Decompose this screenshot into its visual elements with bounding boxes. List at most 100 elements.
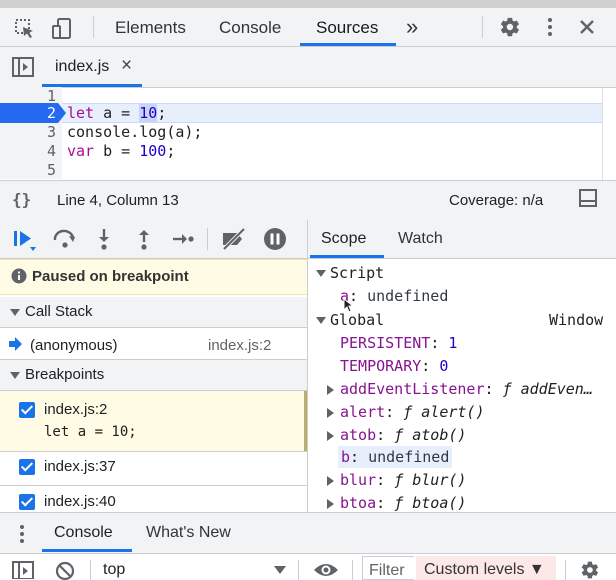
breakpoint-checkbox[interactable] — [19, 459, 35, 475]
drawer-tab-console[interactable]: Console — [54, 524, 113, 542]
function-marker: ƒ — [394, 494, 404, 512]
resume-execution-icon[interactable] — [12, 228, 38, 252]
breakpoint-location[interactable]: index.js:40 — [44, 493, 116, 510]
code-keyword: var — [67, 142, 95, 160]
scope-variable-highlighted[interactable]: b: undefined — [338, 446, 453, 468]
code-line-4[interactable]: var b = 100; — [67, 142, 175, 160]
scope-script-node[interactable]: Script — [316, 264, 384, 282]
variable-name: TEMPORARY — [340, 357, 422, 375]
variable-name: PERSISTENT — [340, 334, 431, 352]
console-filter-input[interactable]: Filter — [362, 556, 414, 580]
call-frame-name[interactable]: (anonymous) — [30, 337, 118, 354]
more-options-icon[interactable] — [540, 16, 560, 38]
call-frame-location[interactable]: index.js:2 — [208, 337, 271, 354]
window-top-strip — [0, 0, 616, 8]
step-into-icon[interactable] — [95, 227, 113, 251]
current-frame-arrow-icon — [9, 337, 22, 351]
variable-name: alert — [340, 403, 386, 421]
variable-value: 1 — [448, 334, 458, 352]
breakpoints-header[interactable]: Breakpoints — [0, 360, 307, 390]
expand-triangle-icon — [316, 317, 326, 324]
more-tabs-button[interactable]: » — [406, 14, 418, 40]
line-number[interactable]: 2 — [0, 104, 56, 122]
device-toolbar-icon[interactable] — [50, 17, 74, 41]
scope-variable[interactable]: blur: ƒ blur() — [327, 471, 466, 489]
context-selector[interactable]: top — [103, 561, 125, 579]
collapse-triangle-icon — [10, 372, 20, 379]
variable-value: addEven… — [520, 380, 593, 398]
variable-value: btoa() — [412, 494, 467, 512]
file-tab-name[interactable]: index.js — [55, 58, 109, 76]
step-out-icon[interactable] — [135, 227, 153, 251]
line-number[interactable]: 1 — [0, 87, 56, 105]
drawer-tab-indicator — [42, 549, 132, 552]
expand-triangle-icon — [327, 475, 334, 486]
variable-value: undefined — [368, 448, 450, 466]
chevron-down-icon[interactable] — [274, 566, 286, 574]
breakpoint-item-active[interactable] — [0, 391, 307, 451]
scope-section-label: Script — [330, 264, 385, 282]
scope-variable[interactable]: btoa: ƒ btoa() — [327, 494, 466, 512]
variable-value: alert() — [421, 403, 485, 421]
console-settings-gear-icon[interactable] — [580, 560, 600, 580]
pretty-print-button[interactable]: {} — [12, 190, 31, 209]
debugger-toolbar — [0, 220, 307, 258]
breakpoint-location: index.js:2 — [44, 401, 108, 418]
code-line-2[interactable]: let a = 10; — [67, 104, 166, 122]
clear-console-icon[interactable] — [55, 561, 75, 580]
drawer-menu-icon[interactable] — [17, 523, 27, 545]
console-sidebar-icon[interactable] — [12, 561, 34, 579]
code-text: b = — [94, 142, 140, 160]
deactivate-breakpoints-icon[interactable] — [220, 227, 248, 251]
scope-variable[interactable]: atob: ƒ atob() — [327, 426, 466, 444]
call-stack-header[interactable]: Call Stack — [0, 297, 307, 327]
code-number: 10 — [139, 104, 158, 122]
code-text: ; — [157, 104, 167, 122]
line-number[interactable]: 5 — [0, 161, 56, 179]
scope-variable[interactable]: addEventListener: ƒ addEven… — [327, 380, 607, 398]
tab-sources[interactable]: Sources — [316, 18, 378, 38]
expand-triangle-icon — [327, 384, 334, 395]
step-icon[interactable] — [171, 229, 195, 249]
line-number[interactable]: 3 — [0, 123, 56, 141]
filter-placeholder: Filter — [369, 562, 405, 579]
live-expression-eye-icon[interactable] — [313, 562, 339, 578]
breakpoint-checkbox[interactable] — [19, 402, 35, 418]
variable-name: addEventListener — [340, 380, 485, 398]
scope-variable[interactable]: TEMPORARY: 0 — [340, 357, 448, 375]
expand-triangle-icon — [327, 430, 334, 441]
pause-on-exceptions-icon[interactable] — [263, 227, 287, 251]
breakpoints-title: Breakpoints — [25, 366, 105, 383]
scope-variable[interactable]: alert: ƒ alert() — [327, 403, 485, 421]
breakpoint-checkbox[interactable] — [19, 494, 35, 510]
function-marker: ƒ — [394, 471, 404, 489]
scope-global-node[interactable]: Global — [316, 311, 384, 329]
coverage-icon[interactable] — [578, 188, 598, 208]
step-over-icon[interactable] — [52, 228, 78, 250]
close-devtools-icon[interactable] — [578, 18, 596, 36]
coverage-status: Coverage: n/a — [449, 192, 544, 209]
line-number[interactable]: 4 — [0, 142, 56, 160]
global-scope-type: Window — [549, 311, 604, 329]
file-tab-close-button[interactable]: × — [121, 55, 132, 77]
drawer-tab-whats-new[interactable]: What's New — [146, 524, 231, 542]
function-marker: ƒ — [403, 403, 413, 421]
expand-triangle-icon — [327, 407, 334, 418]
tab-console[interactable]: Console — [219, 18, 281, 38]
tab-scope[interactable]: Scope — [321, 230, 366, 248]
collapse-triangle-icon — [10, 309, 20, 316]
scope-variable[interactable]: a: undefined — [340, 287, 448, 305]
variable-name: btoa — [340, 494, 377, 512]
tab-elements[interactable]: Elements — [115, 18, 186, 38]
function-marker: ƒ — [394, 426, 404, 444]
breakpoint-location[interactable]: index.js:37 — [44, 458, 116, 475]
main-toolbar — [0, 8, 616, 46]
code-line-3[interactable]: console.log(a); — [67, 123, 202, 141]
inspect-element-icon[interactable] — [14, 18, 36, 40]
variable-value: blur() — [412, 471, 467, 489]
toggle-navigator-icon[interactable] — [12, 57, 34, 77]
tab-watch[interactable]: Watch — [398, 230, 443, 248]
settings-gear-icon[interactable] — [499, 16, 521, 38]
log-levels-dropdown[interactable]: Custom levels ▼ — [416, 556, 556, 580]
scope-variable[interactable]: PERSISTENT: 1 — [340, 334, 457, 352]
